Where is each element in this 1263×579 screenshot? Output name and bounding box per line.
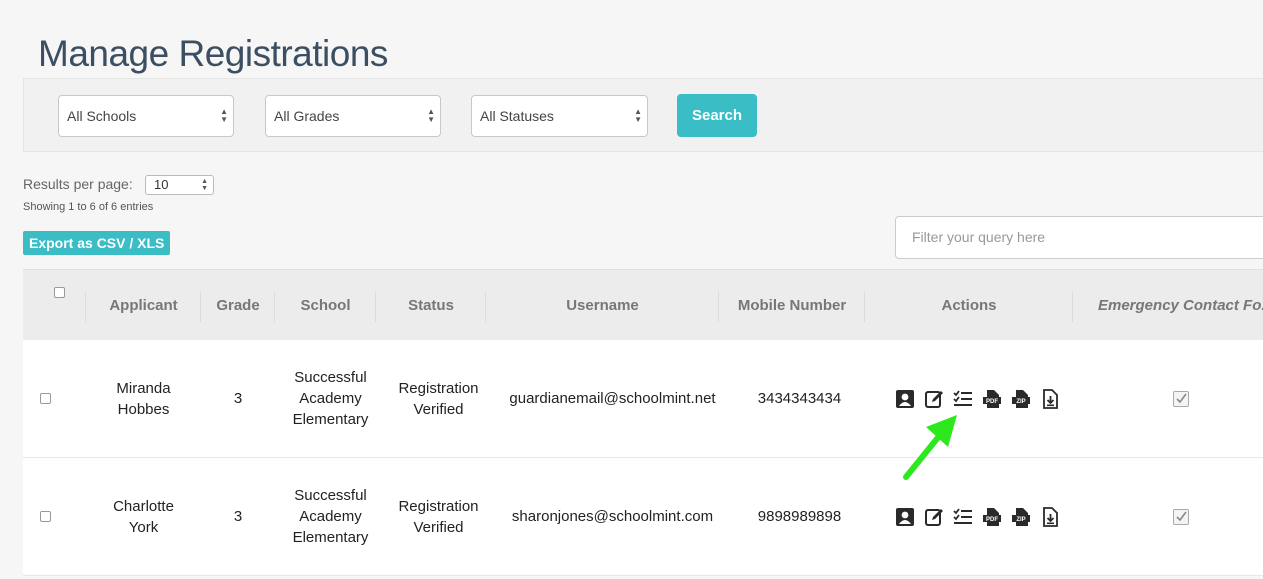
table-row: Miranda Hobbes 3 Successful Academy Elem… bbox=[23, 340, 1263, 458]
mobile-cell: 3434343434 bbox=[757, 390, 842, 407]
svg-text:ZIP: ZIP bbox=[1016, 399, 1025, 405]
school-cell: Successful Academy Elementary bbox=[292, 487, 369, 546]
results-per-page-select[interactable]: 10 ▲ ▼ bbox=[145, 175, 214, 195]
mobile-cell: 9898989898 bbox=[757, 508, 842, 525]
school-cell: Successful Academy Elementary bbox=[292, 369, 369, 428]
select-arrows-icon: ▲ ▼ bbox=[634, 107, 642, 124]
pdf-icon[interactable]: PDF bbox=[982, 507, 1002, 527]
column-header[interactable]: School bbox=[275, 270, 376, 340]
export-csv-button[interactable]: Export as CSV / XLS bbox=[23, 231, 171, 255]
download-icon[interactable] bbox=[1040, 506, 1060, 527]
username-cell: guardianemail@schoolmint.net bbox=[509, 390, 716, 407]
emergency-contact-cell bbox=[1172, 340, 1190, 457]
results-per-page-value: 10 bbox=[154, 177, 169, 192]
select-arrows-icon: ▲ ▼ bbox=[427, 107, 435, 124]
status-cell: Registration Verified bbox=[398, 497, 479, 536]
row-checkbox[interactable] bbox=[40, 511, 51, 522]
status-select-value: All Statuses bbox=[480, 108, 554, 124]
checkmark-icon bbox=[1176, 393, 1187, 403]
filter-panel: All Schools ▲ ▼ All Grades ▲ ▼ All Statuse… bbox=[23, 78, 1263, 152]
column-header[interactable]: Mobile Number bbox=[719, 270, 865, 340]
school-select-value: All Schools bbox=[67, 108, 137, 124]
row-select-cell bbox=[23, 458, 68, 575]
grade-cell: 3 bbox=[233, 508, 243, 525]
select-all-checkbox[interactable] bbox=[54, 287, 65, 298]
row-select-cell bbox=[23, 340, 68, 457]
svg-text:ZIP: ZIP bbox=[1016, 517, 1025, 523]
column-header[interactable]: Grade bbox=[201, 270, 275, 340]
applicant-cell[interactable]: Miranda Hobbes bbox=[86, 340, 201, 457]
table-header: Applicant Grade School Status Username M… bbox=[23, 269, 1263, 340]
status-select[interactable]: All Statuses ▲ ▼ bbox=[471, 95, 648, 137]
emergency-contact-checkbox[interactable] bbox=[1173, 508, 1189, 525]
status-cell: Registration Verified bbox=[398, 379, 479, 418]
download-icon[interactable] bbox=[1040, 388, 1060, 409]
school-select[interactable]: All Schools ▲ ▼ bbox=[58, 95, 234, 137]
filter-query-input[interactable]: Filter your query here bbox=[895, 216, 1263, 259]
username-cell: sharonjones@schoolmint.com bbox=[511, 508, 714, 525]
search-button[interactable]: Search bbox=[677, 94, 757, 137]
page-title: Manage Registrations bbox=[38, 32, 388, 74]
showing-entries-text: Showing 1 to 6 of 6 entries bbox=[23, 201, 154, 213]
select-all-cell bbox=[23, 270, 86, 340]
column-header[interactable]: Emergency Contact Fo. bbox=[1098, 270, 1263, 340]
applicant-cell[interactable]: Charlotte York bbox=[86, 458, 201, 575]
emergency-contact-cell bbox=[1172, 458, 1190, 575]
zip-icon[interactable]: ZIP bbox=[1011, 389, 1031, 409]
annotation-arrow-icon bbox=[903, 415, 957, 480]
column-header: Actions bbox=[865, 270, 1073, 340]
column-header[interactable]: Applicant bbox=[86, 270, 201, 340]
column-header[interactable]: Username bbox=[486, 270, 719, 340]
column-header[interactable]: Status bbox=[376, 270, 486, 340]
svg-text:PDF: PDF bbox=[986, 399, 998, 405]
zip-icon[interactable]: ZIP bbox=[1011, 507, 1031, 527]
table-row: Charlotte York 3 Successful Academy Elem… bbox=[23, 458, 1263, 576]
checkmark-icon bbox=[1176, 511, 1187, 521]
pdf-icon[interactable]: PDF bbox=[982, 389, 1002, 409]
grade-cell: 3 bbox=[233, 390, 243, 407]
svg-text:PDF: PDF bbox=[986, 517, 998, 523]
grade-select-value: All Grades bbox=[274, 108, 340, 124]
select-arrows-icon: ▲ ▼ bbox=[220, 107, 228, 124]
checklist-icon[interactable] bbox=[952, 507, 973, 527]
results-per-page-label: Results per page: bbox=[23, 176, 133, 192]
select-arrows-icon: ▲ ▼ bbox=[201, 178, 208, 192]
profile-icon[interactable] bbox=[895, 507, 915, 527]
grade-select[interactable]: All Grades ▲ ▼ bbox=[265, 95, 441, 137]
row-checkbox[interactable] bbox=[40, 393, 51, 404]
emergency-contact-checkbox[interactable] bbox=[1173, 390, 1189, 407]
edit-icon[interactable] bbox=[924, 507, 944, 527]
